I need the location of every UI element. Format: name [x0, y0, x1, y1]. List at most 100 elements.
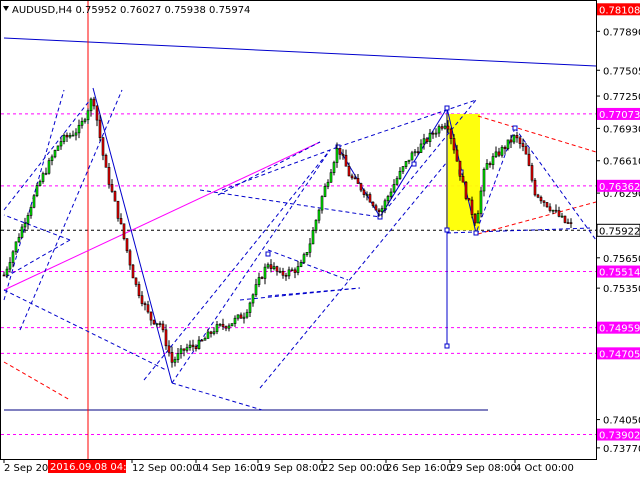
- candle-bull: [197, 339, 201, 350]
- price-tag-label: 0.78108: [599, 5, 640, 16]
- x-tick-label: 12 Sep 00:00: [132, 463, 199, 474]
- candle-bull: [386, 196, 390, 202]
- candle-bull: [326, 181, 330, 187]
- candle-bull: [215, 324, 219, 333]
- candle-bull: [287, 269, 291, 277]
- candle-bull: [206, 331, 210, 339]
- candle-bull: [476, 213, 480, 224]
- candle-bull: [83, 119, 87, 122]
- candle-bull: [155, 323, 159, 325]
- y-tick-label: 0.76930: [603, 124, 640, 135]
- anchor-marker[interactable]: [444, 227, 450, 233]
- anchor-marker[interactable]: [411, 161, 417, 167]
- candle-bear: [518, 137, 522, 144]
- candle-bull: [23, 223, 27, 228]
- candle-bull: [68, 135, 72, 138]
- anchor-marker[interactable]: [512, 125, 518, 131]
- candle-bull: [335, 148, 339, 163]
- candle-bear: [281, 270, 285, 276]
- candle-bear: [128, 250, 132, 266]
- candle-bull: [407, 159, 411, 162]
- candle-bear: [224, 326, 228, 329]
- candle-bull: [314, 219, 318, 231]
- candle-bull: [89, 98, 93, 112]
- candle-bear: [149, 311, 153, 321]
- candle-bear: [143, 303, 147, 306]
- candle-bear: [374, 205, 378, 211]
- candle-bull: [494, 151, 498, 157]
- candle-bull: [392, 184, 396, 193]
- candle-bear: [131, 264, 135, 279]
- candle-bear: [362, 189, 366, 195]
- candle-bull: [173, 359, 177, 363]
- candle-bear: [554, 209, 558, 212]
- candle-bull: [383, 200, 387, 209]
- candle-bull: [218, 323, 222, 326]
- candle-bull: [299, 262, 303, 267]
- candle-bear: [164, 329, 168, 347]
- candle-bear: [473, 214, 477, 224]
- candle-bull: [305, 251, 309, 255]
- candle-bull: [302, 254, 306, 263]
- candle-bull: [278, 270, 282, 273]
- candle-bull: [41, 173, 45, 182]
- candle-bear: [515, 135, 519, 139]
- candle-bear: [158, 323, 162, 325]
- candle-bull: [8, 262, 12, 270]
- candle-bull: [506, 139, 510, 149]
- candle-bull: [44, 172, 48, 175]
- candle-bear: [542, 200, 546, 203]
- candle-bull: [410, 152, 414, 161]
- candle-bull: [5, 268, 9, 276]
- candle-bear: [2, 274, 6, 277]
- anchor-marker[interactable]: [473, 230, 479, 236]
- candle-bull: [179, 348, 183, 354]
- x-tick-label: 4 Oct 00:00: [515, 463, 574, 474]
- price-tag-label: 0.75514: [599, 268, 640, 279]
- candle-bear: [182, 348, 186, 351]
- candle-bull: [245, 312, 249, 318]
- candle-bear: [488, 163, 492, 166]
- anchor-marker[interactable]: [444, 105, 450, 111]
- candle-bear: [533, 179, 537, 196]
- candle-bear: [344, 154, 348, 167]
- candle-bull: [254, 284, 258, 296]
- anchor-marker[interactable]: [444, 343, 450, 349]
- candle-bull: [323, 186, 327, 197]
- x-tick-label: 19 Sep 08:00: [258, 463, 325, 474]
- candle-bull: [56, 145, 60, 151]
- candle-bear: [239, 314, 243, 319]
- price-tag-label: 0.73902: [599, 431, 640, 442]
- candle-bull: [437, 126, 441, 134]
- candle-bear: [98, 119, 102, 138]
- candle-bear: [347, 165, 351, 177]
- candle-bull: [77, 124, 81, 134]
- candle-bear: [416, 151, 420, 153]
- candle-bear: [200, 339, 204, 342]
- candle-bear: [371, 201, 375, 207]
- candle-bear: [269, 264, 273, 269]
- candle-bull: [32, 195, 36, 208]
- anchor-marker[interactable]: [265, 251, 271, 257]
- candle-bear: [539, 196, 543, 202]
- y-tick-label: 0.74050: [603, 416, 640, 427]
- candle-bull: [491, 156, 495, 166]
- candle-bull: [59, 141, 63, 147]
- candle-bear: [275, 266, 279, 272]
- candle-bull: [500, 146, 504, 156]
- candle-bull: [404, 161, 408, 167]
- candle-bull: [263, 266, 267, 279]
- candle-bull: [443, 125, 447, 129]
- y-tick-label: 0.77890: [603, 27, 640, 38]
- candle-bull: [71, 134, 75, 137]
- candle-bull: [422, 138, 426, 145]
- candle-bull: [80, 121, 84, 126]
- candle-bull: [365, 194, 369, 196]
- price-tag-label: 0.76362: [599, 182, 640, 193]
- y-tick-label: 0.73770: [603, 444, 640, 455]
- candle-bear: [446, 125, 450, 130]
- x-tick-label: 2016.09.08 04:00: [50, 462, 139, 473]
- candle-bear: [137, 284, 141, 296]
- candle-bear: [464, 181, 468, 199]
- candle-bull: [188, 344, 192, 348]
